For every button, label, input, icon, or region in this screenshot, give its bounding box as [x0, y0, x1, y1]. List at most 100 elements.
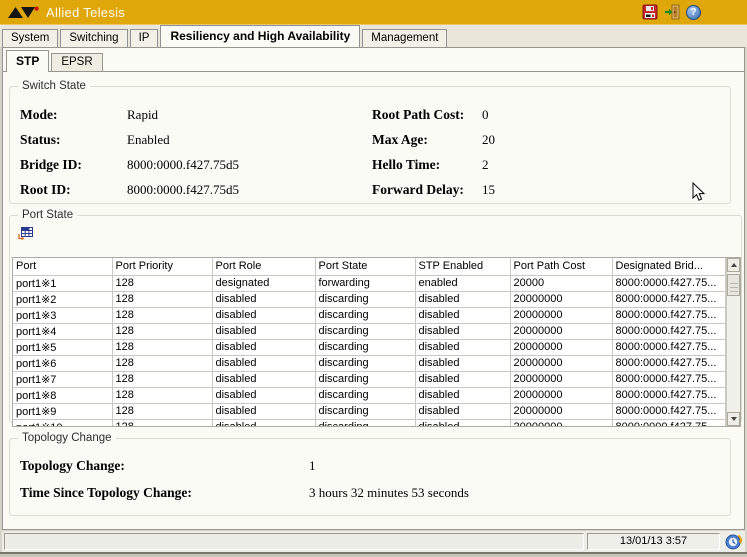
column-header-designated-bridge[interactable]: Designated Brid... — [612, 258, 726, 275]
cell-role: disabled — [212, 387, 315, 403]
cell-state: discarding — [315, 291, 415, 307]
topology-field: Time Since Topology Change: 3 hours 32 m… — [20, 479, 730, 506]
field-value: 8000:0000.f427.75d5 — [127, 157, 239, 173]
port-table-row[interactable]: port1※9 128 disabled discarding disabled… — [13, 403, 726, 419]
sub-tab[interactable]: STP — [6, 50, 49, 72]
logout-icon[interactable] — [663, 4, 680, 21]
port-table-row[interactable]: port1※8 128 disabled discarding disabled… — [13, 387, 726, 403]
cell-port: port1※10 — [13, 419, 112, 427]
scroll-up-button[interactable] — [727, 258, 740, 272]
column-header-port-role[interactable]: Port Role — [212, 258, 315, 275]
field-value: 20 — [482, 132, 495, 148]
port-state-group: Port State — [9, 209, 742, 423]
field-value: 1 — [309, 458, 316, 474]
port-table-row[interactable]: port1※2 128 disabled discarding disabled… — [13, 291, 726, 307]
field-label: Hello Time: — [372, 157, 482, 173]
status-message-area — [4, 533, 584, 550]
cell-port: port1※9 — [13, 403, 112, 419]
cell-priority: 128 — [112, 419, 212, 427]
table-scrollbar[interactable] — [726, 258, 740, 426]
help-icon[interactable]: ? — [685, 4, 702, 21]
cell-cost: 20000000 — [510, 419, 612, 427]
table-grid-icon[interactable] — [17, 226, 35, 244]
main-tab[interactable]: Management — [362, 29, 447, 47]
column-header-stp-enabled[interactable]: STP Enabled — [415, 258, 510, 275]
main-tab[interactable]: System — [2, 29, 58, 47]
main-tab[interactable]: IP — [130, 29, 159, 47]
cell-role: disabled — [212, 291, 315, 307]
cell-state: discarding — [315, 323, 415, 339]
cell-stp: disabled — [415, 419, 510, 427]
clock-refresh-icon[interactable] — [724, 532, 743, 551]
switch-state-field: Mode: Rapid — [20, 102, 372, 127]
cell-priority: 128 — [112, 275, 212, 291]
topology-change-group: Topology Change Topology Change: 1 Time … — [9, 432, 731, 516]
cell-role: disabled — [212, 371, 315, 387]
cell-cost: 20000000 — [510, 291, 612, 307]
cell-cost: 20000000 — [510, 371, 612, 387]
port-table-row[interactable]: port1※4 128 disabled discarding disabled… — [13, 323, 726, 339]
save-icon[interactable] — [641, 4, 658, 21]
cell-priority: 128 — [112, 403, 212, 419]
cell-bridge: 8000:0000.f427.75... — [612, 275, 726, 291]
column-header-port-state[interactable]: Port State — [315, 258, 415, 275]
column-header-port-priority[interactable]: Port Priority — [112, 258, 212, 275]
field-label: Mode: — [20, 107, 127, 123]
port-table-row[interactable]: port1※10 128 disabled discarding disable… — [13, 419, 726, 427]
cell-cost: 20000000 — [510, 403, 612, 419]
application-window: Allied Telesis ? — [0, 0, 747, 557]
cell-state: discarding — [315, 339, 415, 355]
window-bottom-edge — [0, 552, 747, 557]
cell-state: discarding — [315, 355, 415, 371]
cell-priority: 128 — [112, 387, 212, 403]
cell-cost: 20000000 — [510, 355, 612, 371]
switch-state-field: Root Path Cost: 0 — [372, 102, 495, 127]
cell-port: port1※7 — [13, 371, 112, 387]
cell-port: port1※4 — [13, 323, 112, 339]
scrollbar-track[interactable] — [727, 272, 740, 412]
cell-bridge: 8000:0000.f427.75... — [612, 355, 726, 371]
cell-port: port1※8 — [13, 387, 112, 403]
port-table-row[interactable]: port1※6 128 disabled discarding disabled… — [13, 355, 726, 371]
sub-tab[interactable]: EPSR — [51, 53, 102, 71]
cell-stp: disabled — [415, 355, 510, 371]
cell-port: port1※6 — [13, 355, 112, 371]
cell-role: disabled — [212, 419, 315, 427]
cell-bridge: 8000:0000.f427.75... — [612, 403, 726, 419]
cell-state: forwarding — [315, 275, 415, 291]
cell-port: port1※5 — [13, 339, 112, 355]
cell-role: disabled — [212, 355, 315, 371]
main-tab[interactable]: Resiliency and High Availability — [160, 25, 360, 47]
cell-bridge: 8000:0000.f427.75... — [612, 291, 726, 307]
app-title: Allied Telesis — [46, 5, 125, 20]
cell-stp: disabled — [415, 323, 510, 339]
cell-state: discarding — [315, 419, 415, 427]
port-table-row[interactable]: port1※5 128 disabled discarding disabled… — [13, 339, 726, 355]
cell-bridge: 8000:0000.f427.75... — [612, 307, 726, 323]
column-header-port[interactable]: Port — [13, 258, 112, 275]
field-label: Topology Change: — [20, 458, 309, 474]
cell-role: disabled — [212, 403, 315, 419]
allied-telesis-logo — [8, 6, 39, 19]
topology-change-legend: Topology Change — [18, 432, 116, 444]
cell-bridge: 8000:0000.f427.75... — [612, 339, 726, 355]
content-panel: STP EPSR Switch State Mode: Rapid — [2, 47, 745, 530]
port-table-row[interactable]: port1※1 128 designated forwarding enable… — [13, 275, 726, 291]
field-label: Forward Delay: — [372, 182, 482, 198]
cell-cost: 20000 — [510, 275, 612, 291]
field-value: Rapid — [127, 107, 158, 123]
timestamp-display: 13/01/13 3:57 — [587, 533, 720, 550]
port-table-row[interactable]: port1※7 128 disabled discarding disabled… — [13, 371, 726, 387]
field-label: Bridge ID: — [20, 157, 127, 173]
switch-state-field: Hello Time: 2 — [372, 152, 495, 177]
cell-cost: 20000000 — [510, 323, 612, 339]
port-table-row[interactable]: port1※3 128 disabled discarding disabled… — [13, 307, 726, 323]
cell-state: discarding — [315, 371, 415, 387]
main-tab[interactable]: Switching — [60, 29, 127, 47]
cell-role: designated — [212, 275, 315, 291]
cell-state: discarding — [315, 403, 415, 419]
scrollbar-thumb[interactable] — [727, 274, 740, 296]
column-header-port-path-cost[interactable]: Port Path Cost — [510, 258, 612, 275]
switch-state-group: Switch State Mode: Rapid Status: E — [9, 80, 731, 204]
scroll-down-button[interactable] — [727, 412, 740, 426]
